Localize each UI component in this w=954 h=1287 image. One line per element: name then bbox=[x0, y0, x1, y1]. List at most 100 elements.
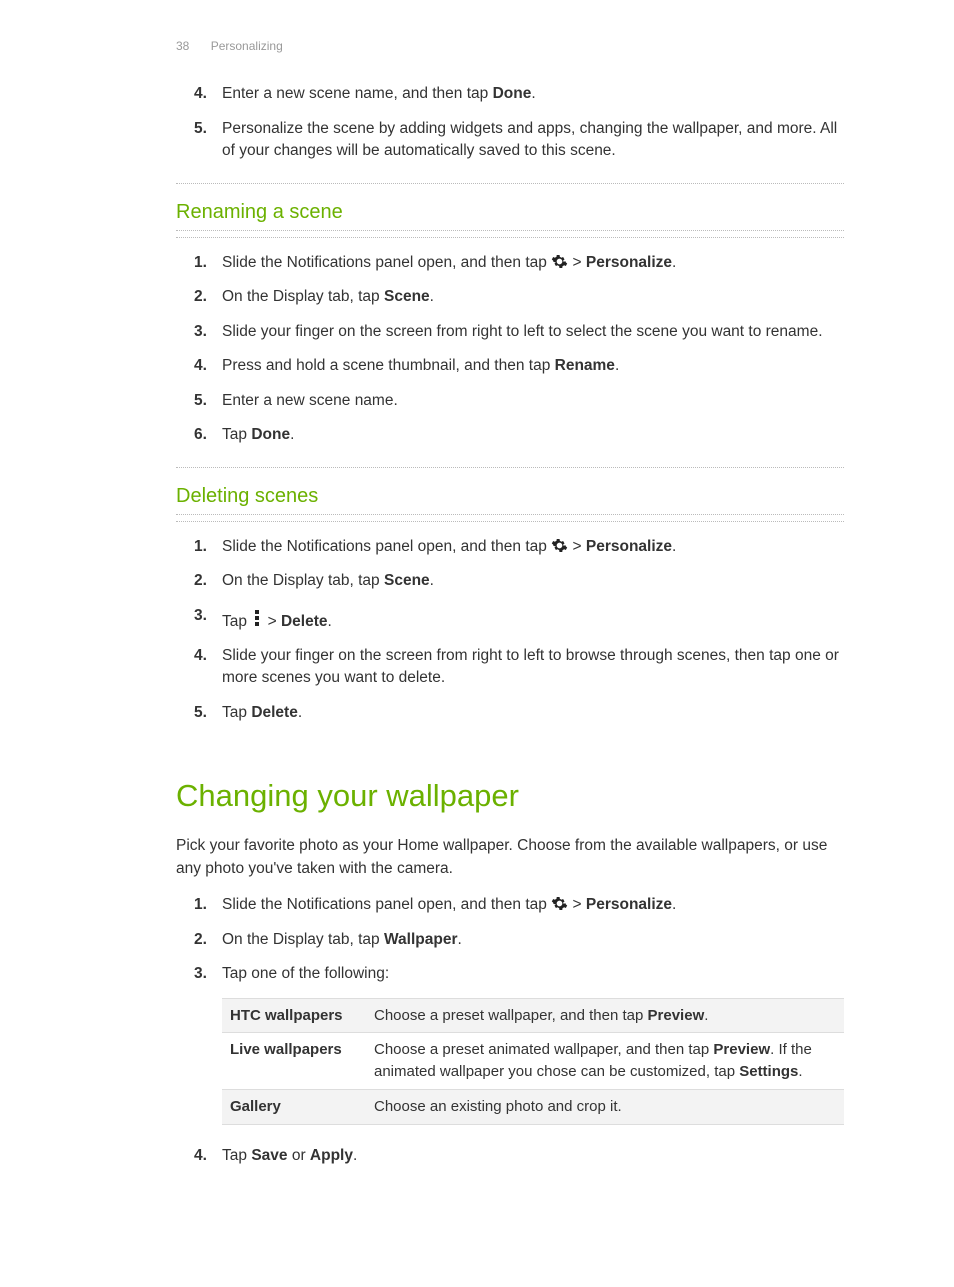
wallpaper-step-list: 1. Slide the Notifications panel open, a… bbox=[176, 894, 844, 985]
step-text-tail: . bbox=[430, 572, 434, 589]
list-item: 3. Tap one of the following: bbox=[176, 963, 844, 985]
list-item: 2. On the Display tab, tap Scene. bbox=[176, 286, 844, 308]
step-text: On the Display tab, tap bbox=[222, 931, 384, 948]
step-number: 4. bbox=[194, 83, 207, 105]
step-text: Slide the Notifications panel open, and … bbox=[222, 254, 551, 271]
step-number: 2. bbox=[194, 570, 207, 592]
bold-word: Personalize bbox=[586, 896, 672, 913]
option-desc: Choose a preset wallpaper, and then tap … bbox=[366, 998, 844, 1033]
divider bbox=[176, 467, 844, 468]
intro-step-list: 4. Enter a new scene name, and then tap … bbox=[176, 83, 844, 162]
step-text-mid: > bbox=[568, 896, 586, 913]
step-text: Tap bbox=[222, 704, 251, 721]
bold-word: Apply bbox=[310, 1147, 353, 1164]
list-item: 5. Enter a new scene name. bbox=[176, 390, 844, 412]
section-heading-wallpaper: Changing your wallpaper bbox=[176, 774, 844, 819]
step-number: 5. bbox=[194, 118, 207, 140]
list-item: 4. Enter a new scene name, and then tap … bbox=[176, 83, 844, 105]
step-number: 1. bbox=[194, 894, 207, 916]
step-text-tail: . bbox=[672, 254, 676, 271]
list-item: 5. Tap Delete. bbox=[176, 702, 844, 724]
list-item: 4. Press and hold a scene thumbnail, and… bbox=[176, 355, 844, 377]
step-text: Press and hold a scene thumbnail, and th… bbox=[222, 357, 555, 374]
document-page: 38 Personalizing 4. Enter a new scene na… bbox=[0, 0, 954, 1287]
list-item: 1. Slide the Notifications panel open, a… bbox=[176, 536, 844, 558]
subheading-renaming: Renaming a scene bbox=[176, 198, 844, 227]
step-text-tail: . bbox=[672, 896, 676, 913]
option-key: Live wallpapers bbox=[230, 1041, 342, 1058]
page-header: 38 Personalizing bbox=[176, 38, 844, 55]
option-key: HTC wallpapers bbox=[230, 1007, 343, 1024]
list-item: 3. Tap > Delete. bbox=[176, 605, 844, 633]
step-text: Tap one of the following: bbox=[222, 965, 389, 982]
step-text-tail: . bbox=[672, 538, 676, 555]
bold-word: Save bbox=[251, 1147, 287, 1164]
step-text: Tap bbox=[222, 1147, 251, 1164]
wallpaper-intro: Pick your favorite photo as your Home wa… bbox=[176, 835, 844, 880]
step-text: Tap bbox=[222, 613, 251, 630]
step-number: 2. bbox=[194, 929, 207, 951]
step-number: 4. bbox=[194, 1145, 207, 1167]
step-text-tail: . bbox=[328, 613, 332, 630]
header-section: Personalizing bbox=[211, 39, 283, 53]
divider bbox=[176, 230, 844, 238]
bold-word: Delete bbox=[251, 704, 298, 721]
list-item: 2. On the Display tab, tap Scene. bbox=[176, 570, 844, 592]
bold-word: Done bbox=[251, 426, 290, 443]
step-text: Enter a new scene name. bbox=[222, 392, 398, 409]
step-text-mid: > bbox=[568, 254, 586, 271]
step-text: Tap bbox=[222, 426, 251, 443]
overflow-menu-icon bbox=[251, 605, 263, 622]
list-item: 3. Slide your finger on the screen from … bbox=[176, 321, 844, 343]
list-item: 1. Slide the Notifications panel open, a… bbox=[176, 252, 844, 274]
step-text-mid: or bbox=[288, 1147, 310, 1164]
bold-word: Scene bbox=[384, 572, 430, 589]
list-item: 6. Tap Done. bbox=[176, 424, 844, 446]
step-text-tail: . bbox=[457, 931, 461, 948]
list-item: 1. Slide the Notifications panel open, a… bbox=[176, 894, 844, 916]
step-number: 5. bbox=[194, 390, 207, 412]
step-number: 5. bbox=[194, 702, 207, 724]
table-row: HTC wallpapers Choose a preset wallpaper… bbox=[222, 998, 844, 1033]
step-number: 2. bbox=[194, 286, 207, 308]
step-text: Personalize the scene by adding widgets … bbox=[222, 120, 837, 159]
step-text: On the Display tab, tap bbox=[222, 572, 384, 589]
step-text-tail: . bbox=[615, 357, 619, 374]
step-text: Slide your finger on the screen from rig… bbox=[222, 647, 839, 686]
bold-word: Scene bbox=[384, 288, 430, 305]
bold-word: Rename bbox=[555, 357, 615, 374]
step-text-mid: > bbox=[568, 538, 586, 555]
step-number: 6. bbox=[194, 424, 207, 446]
step-text-tail: . bbox=[290, 426, 294, 443]
step-number: 3. bbox=[194, 605, 207, 627]
divider bbox=[176, 183, 844, 184]
list-item: 2. On the Display tab, tap Wallpaper. bbox=[176, 929, 844, 951]
option-desc: Choose an existing photo and crop it. bbox=[366, 1089, 844, 1124]
step-text: Slide the Notifications panel open, and … bbox=[222, 896, 551, 913]
step-number: 4. bbox=[194, 645, 207, 667]
step-text: Enter a new scene name, and then tap bbox=[222, 85, 493, 102]
step-text-tail: . bbox=[430, 288, 434, 305]
divider bbox=[176, 514, 844, 522]
step-number: 4. bbox=[194, 355, 207, 377]
wallpaper-step-list-cont: 4. Tap Save or Apply. bbox=[176, 1145, 844, 1167]
deleting-step-list: 1. Slide the Notifications panel open, a… bbox=[176, 536, 844, 725]
page-number: 38 bbox=[176, 39, 189, 53]
bold-word: Wallpaper bbox=[384, 931, 458, 948]
step-number: 3. bbox=[194, 963, 207, 985]
list-item: 4. Slide your finger on the screen from … bbox=[176, 645, 844, 690]
step-number: 1. bbox=[194, 536, 207, 558]
option-desc: Choose a preset animated wallpaper, and … bbox=[366, 1033, 844, 1090]
subheading-deleting: Deleting scenes bbox=[176, 482, 844, 511]
settings-gear-icon bbox=[551, 537, 568, 554]
list-item: 4. Tap Save or Apply. bbox=[176, 1145, 844, 1167]
settings-gear-icon bbox=[551, 895, 568, 912]
bold-word: Personalize bbox=[586, 254, 672, 271]
step-text-tail: . bbox=[531, 85, 535, 102]
step-text-mid: > bbox=[263, 613, 281, 630]
step-text: Slide the Notifications panel open, and … bbox=[222, 538, 551, 555]
step-number: 3. bbox=[194, 321, 207, 343]
table-row: Gallery Choose an existing photo and cro… bbox=[222, 1089, 844, 1124]
table-row: Live wallpapers Choose a preset animated… bbox=[222, 1033, 844, 1090]
step-text: Slide your finger on the screen from rig… bbox=[222, 323, 823, 340]
